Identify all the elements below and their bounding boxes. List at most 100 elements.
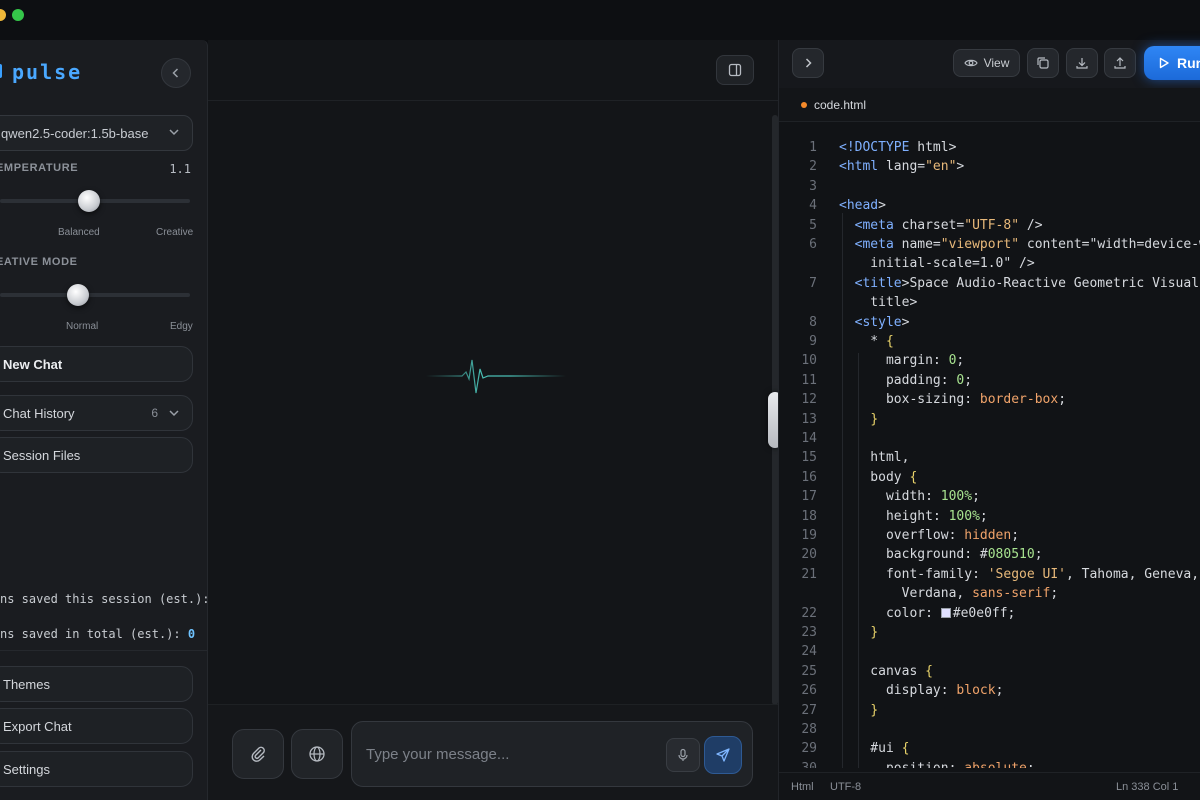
code-toolbar: View Run xyxy=(779,40,1200,88)
maximize-button[interactable] xyxy=(12,9,24,21)
upload-button[interactable] xyxy=(1104,48,1136,78)
new-chat-label: New Chat xyxy=(3,356,63,372)
code-text: <html lang="en"> xyxy=(839,159,965,175)
code-text: overflow: hidden; xyxy=(885,528,1020,543)
export-chat-button[interactable]: Export Chat xyxy=(0,708,193,744)
new-chat-button[interactable]: New Chat xyxy=(0,346,193,382)
brand-mark xyxy=(0,64,2,78)
line-number: 2 xyxy=(809,159,817,175)
code-text: initial-scale=1.0" /> xyxy=(839,256,1035,272)
status-language: Html xyxy=(791,781,814,793)
export-chat-label: Export Chat xyxy=(3,718,72,734)
view-label: View xyxy=(983,56,1010,70)
session-files-button[interactable]: Session Files xyxy=(0,437,193,473)
settings-button[interactable]: Settings xyxy=(0,751,193,787)
voice-input-button[interactable] xyxy=(666,738,700,772)
creative-caption-normal: Normal xyxy=(66,321,99,332)
line-number: 29 xyxy=(801,741,817,757)
code-text: <style> xyxy=(854,314,910,330)
temperature-label: EMPERATURE xyxy=(0,162,79,174)
code-text: box-sizing: border-box; xyxy=(885,392,1067,408)
minimize-button[interactable] xyxy=(0,9,6,21)
code-text: canvas { xyxy=(839,663,933,679)
code-text: } xyxy=(870,625,879,640)
upload-icon xyxy=(1114,57,1126,69)
paperclip-icon xyxy=(251,746,265,762)
chat-history-label: Chat History xyxy=(3,405,75,421)
toggle-code-panel-button[interactable] xyxy=(716,55,754,85)
line-number: 6 xyxy=(809,237,817,252)
code-text: font-family: 'Segoe UI', Tahoma, Geneva, xyxy=(885,566,1200,582)
line-number: 24 xyxy=(801,644,817,660)
code-editor[interactable]: 1 <!DOCTYPE html> 2 <html lang="en"> 3 4 <head… xyxy=(779,138,1200,768)
code-text: <!DOCTYPE html> xyxy=(839,140,957,155)
line-number: 21 xyxy=(801,566,817,582)
chevron-down-icon xyxy=(169,129,179,136)
creative-mode-slider-handle[interactable] xyxy=(66,284,89,306)
globe-icon xyxy=(309,746,325,762)
code-text: <head> xyxy=(839,198,886,214)
file-tab-bar: code.html xyxy=(779,88,1200,122)
file-tab-label: code.html xyxy=(814,98,867,112)
expand-panel-button[interactable] xyxy=(792,48,824,78)
download-button[interactable] xyxy=(1066,48,1098,78)
tokens-saved-total: ns saved in total (est.): 0 xyxy=(0,627,195,641)
attach-button[interactable] xyxy=(232,729,284,779)
model-select[interactable]: qwen2.5-coder:1.5b-base xyxy=(0,115,193,151)
copy-icon xyxy=(1037,57,1049,69)
sidebar-divider xyxy=(0,650,207,651)
send-icon xyxy=(716,748,730,762)
play-icon xyxy=(1159,57,1169,69)
pulse-wave-icon xyxy=(426,359,566,394)
message-input[interactable] xyxy=(366,740,656,768)
session-files-label: Session Files xyxy=(3,447,81,463)
temperature-caption-balanced: Balanced xyxy=(58,227,100,238)
temperature-caption-creative: Creative xyxy=(156,227,194,238)
chat-history-toggle[interactable]: Chat History 6 xyxy=(0,395,193,431)
status-encoding: UTF-8 xyxy=(830,781,862,793)
temperature-value: 1.1 xyxy=(169,162,191,176)
send-button[interactable] xyxy=(704,736,742,774)
line-number: 25 xyxy=(801,663,817,679)
sidebar-toggle-icon xyxy=(728,63,742,77)
code-text: width: 100%; xyxy=(885,489,980,505)
code-text: title> xyxy=(839,295,918,311)
line-number: 30 xyxy=(791,759,817,768)
temperature-slider[interactable] xyxy=(0,190,190,212)
line-number: 27 xyxy=(801,702,817,718)
line-number: 23 xyxy=(801,625,817,640)
chat-history-count: 6 xyxy=(151,406,158,420)
chat-header-divider xyxy=(208,100,778,101)
chevron-right-icon xyxy=(805,58,812,68)
settings-label: Settings xyxy=(3,761,50,777)
chat-area xyxy=(208,40,782,800)
brand-row: pulse xyxy=(0,58,207,88)
themes-button[interactable]: Themes xyxy=(0,666,193,702)
app-logo: pulse xyxy=(12,60,83,84)
web-search-button[interactable] xyxy=(291,729,343,779)
line-number: 1 xyxy=(809,140,817,155)
copy-code-button[interactable] xyxy=(1027,48,1059,78)
line-number: 9 xyxy=(809,334,817,349)
line-number: 28 xyxy=(801,722,817,737)
line-number: 3 xyxy=(809,178,817,194)
view-button[interactable]: View xyxy=(953,49,1020,77)
line-number: 11 xyxy=(801,372,817,388)
unsaved-dot xyxy=(801,102,807,108)
code-text: background: #080510; xyxy=(885,547,1043,563)
temperature-slider-handle[interactable] xyxy=(78,190,101,212)
run-button[interactable]: Run xyxy=(1144,46,1200,80)
status-bar: Html UTF-8 Ln 338 Col 1 xyxy=(779,772,1200,800)
collapse-sidebar-button[interactable] xyxy=(161,58,191,88)
code-text: } xyxy=(870,702,879,718)
file-tab-code-html[interactable]: code.html xyxy=(801,98,866,112)
code-text: display: block; xyxy=(885,683,1004,699)
tokens-saved-total-label: ns saved in total (est.): xyxy=(0,627,181,641)
line-number: 26 xyxy=(801,683,817,699)
line-number: 15 xyxy=(801,450,817,466)
tokens-saved-session: ns saved this session (est.): xyxy=(0,592,210,606)
creative-mode-slider[interactable] xyxy=(0,284,190,306)
line-number: 18 xyxy=(801,508,817,524)
code-text: padding: 0; xyxy=(885,372,973,388)
code-text: color: #e0e0ff; xyxy=(885,605,1016,621)
